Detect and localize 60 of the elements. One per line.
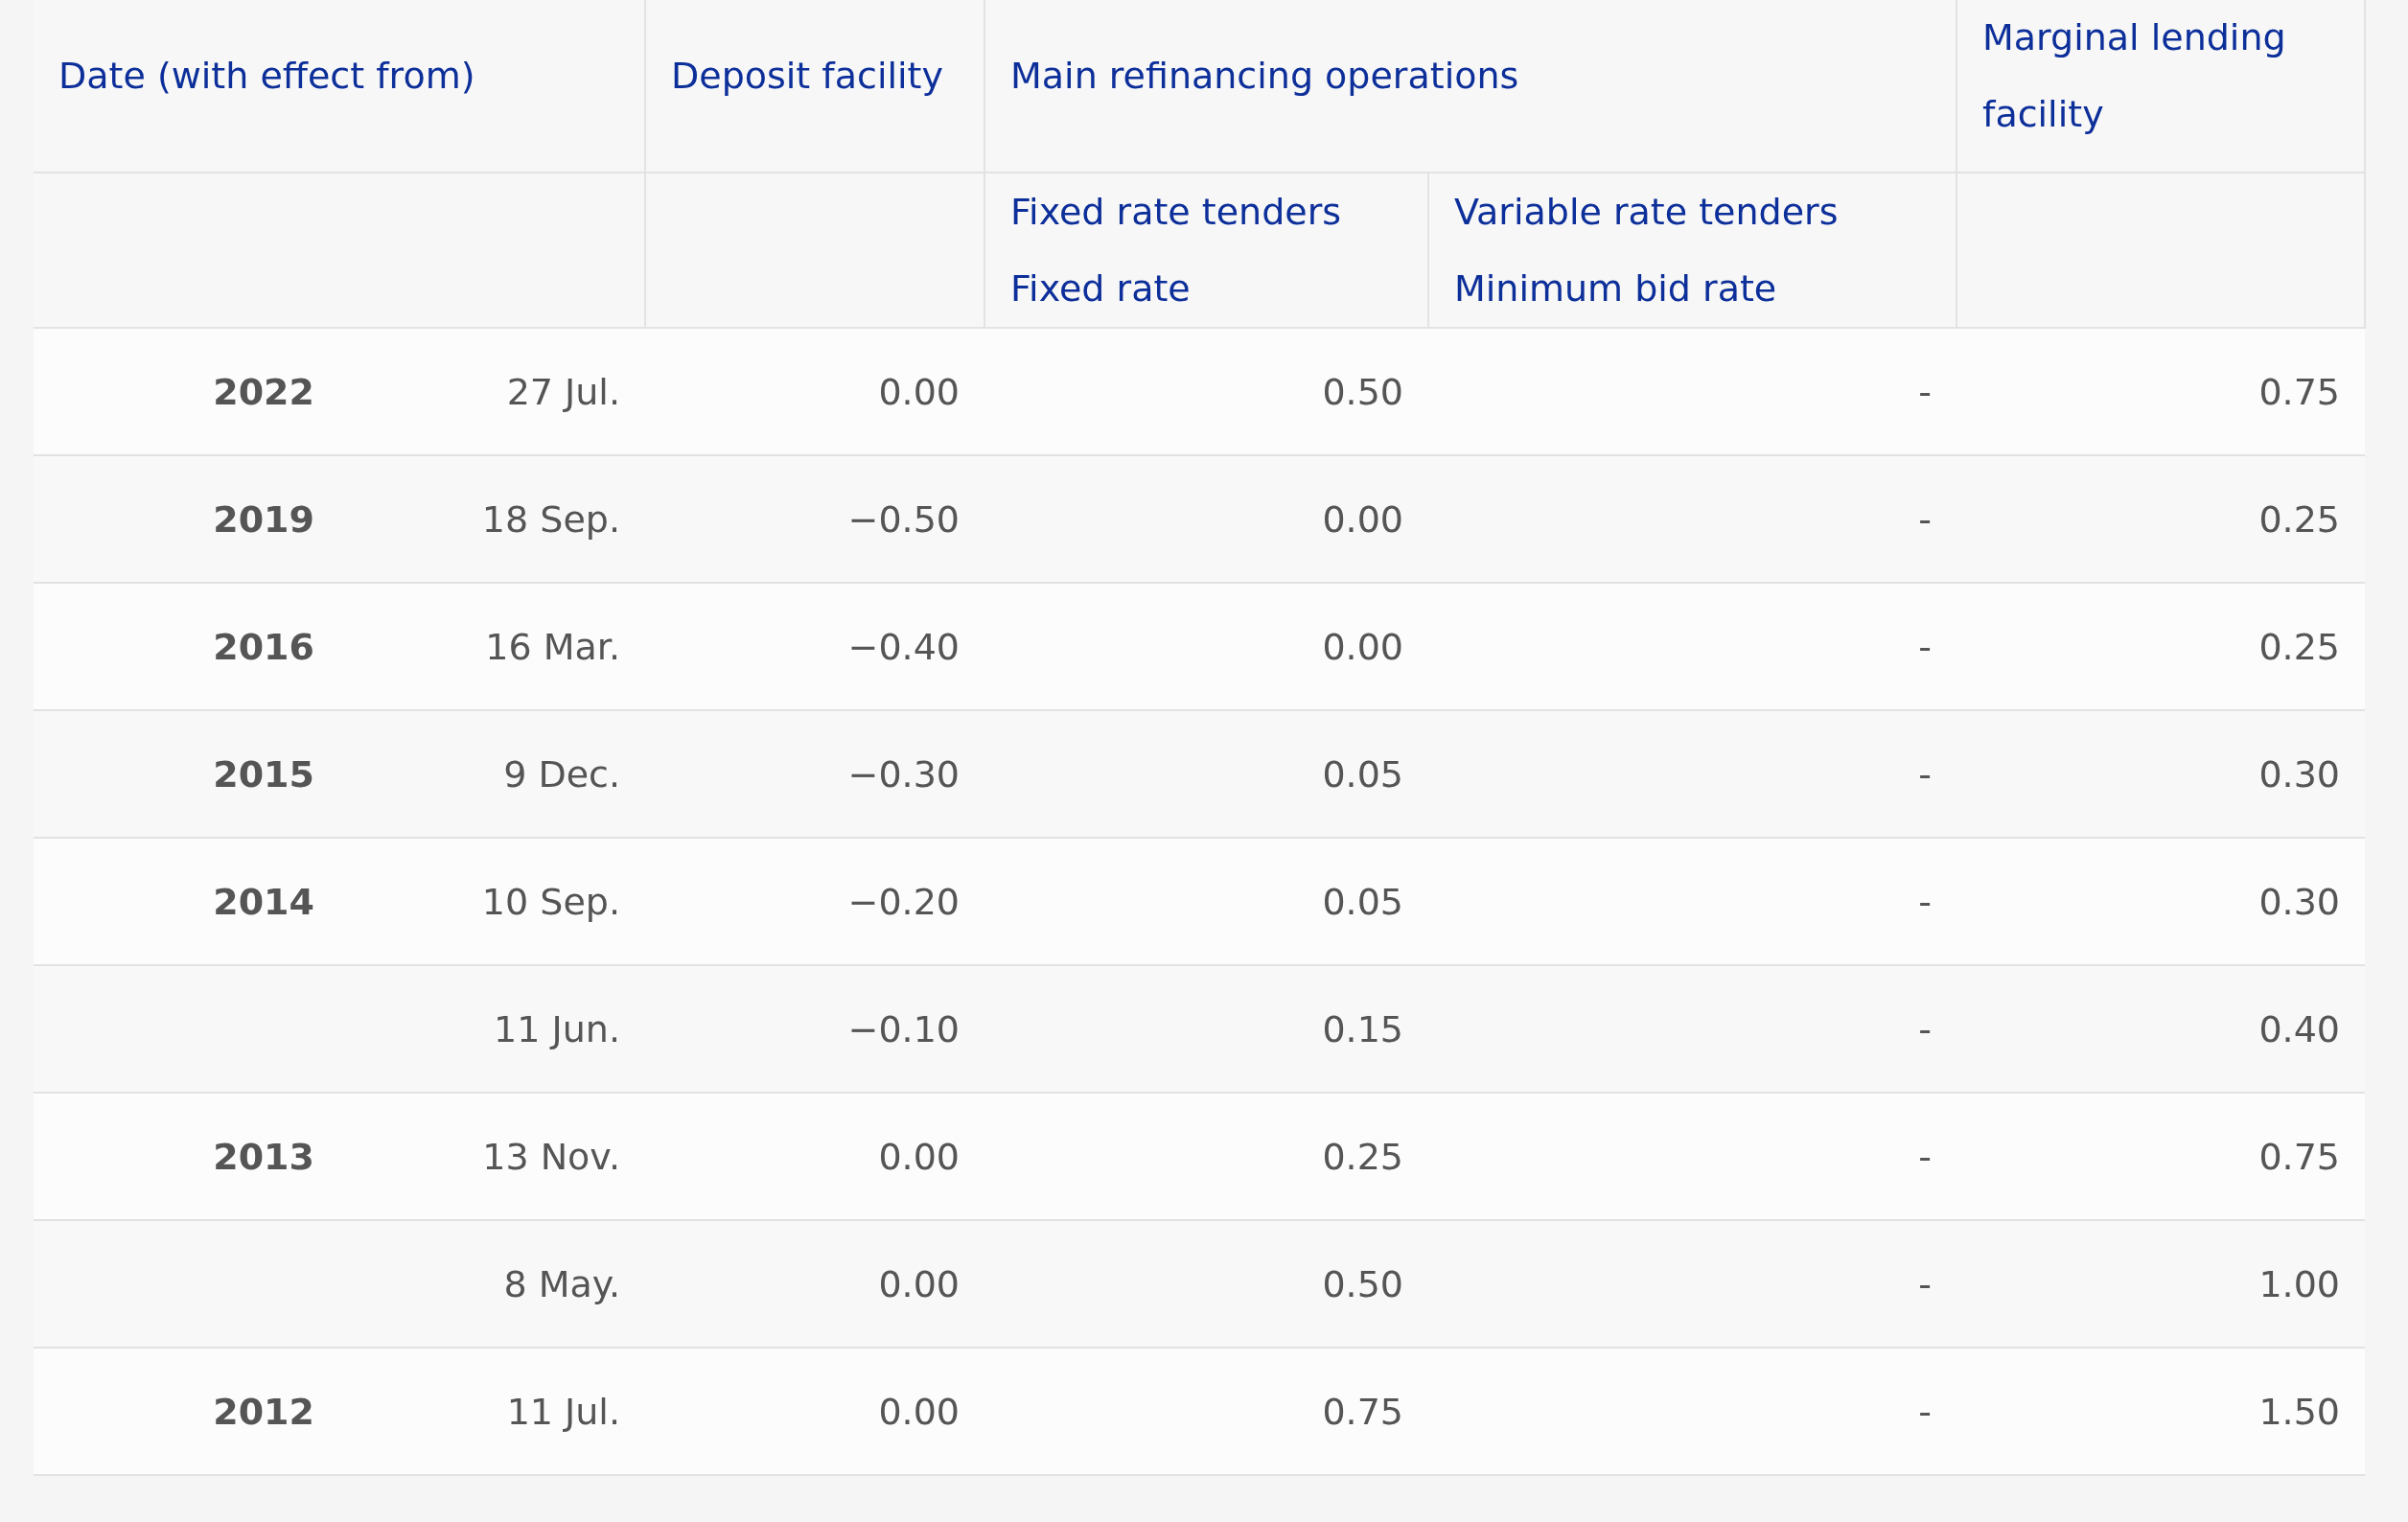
table-cell: 1.50 (1956, 1348, 2365, 1475)
table-cell: 0.00 (645, 328, 984, 455)
table-cell: 18 Sep. (383, 455, 645, 583)
table-cell: 0.00 (984, 583, 1428, 710)
table-cell: 0.40 (1956, 965, 2365, 1093)
table-cell: 11 Jul. (383, 1348, 645, 1475)
table-cell: - (1428, 838, 1956, 965)
table-cell: - (1428, 328, 1956, 455)
table-cell: - (1428, 1220, 1956, 1348)
column-header: Main refinancing operations (984, 0, 1956, 173)
table-cell: −0.20 (645, 838, 984, 965)
table-cell: 16 Mar. (383, 583, 645, 710)
table-cell: 0.50 (984, 1220, 1428, 1348)
column-header: Date (with effect from) (34, 0, 645, 173)
year-cell: 2019 (34, 455, 383, 583)
column-header: Fixed rate (1010, 266, 1192, 311)
table-cell: - (1428, 1348, 1956, 1475)
table-cell: - (1428, 965, 1956, 1093)
table-cell: 13 Nov. (383, 1093, 645, 1220)
table-cell: - (1428, 1093, 1956, 1220)
table-cell: −0.40 (645, 583, 984, 710)
table-cell: 1.00 (1956, 1220, 2365, 1348)
table-cell: - (1428, 710, 1956, 838)
table-cell: 0.75 (1956, 1093, 2365, 1220)
column-header: Variable rate tenders (1454, 190, 1840, 235)
year-cell: 2016 (34, 583, 383, 710)
table-cell: 0.30 (1956, 838, 2365, 965)
table-cell: - (1428, 583, 1956, 710)
table-cell: 0.00 (645, 1220, 984, 1348)
table-cell: 0.30 (1956, 710, 2365, 838)
column-header: Marginal lending facility (1956, 0, 2365, 173)
table-cell: 0.05 (984, 838, 1428, 965)
table-cell: −0.50 (645, 455, 984, 583)
table-cell: 0.00 (645, 1093, 984, 1220)
table-cell: 0.00 (645, 1348, 984, 1475)
column-header: Fixed rate tenders (1010, 190, 1343, 235)
table-cell: 0.05 (984, 710, 1428, 838)
table-cell: 0.50 (984, 328, 1428, 455)
column-header: Minimum bid rate (1454, 266, 1778, 311)
year-cell: 2014 (34, 838, 383, 965)
table-cell: 11 Jun. (383, 965, 645, 1093)
table-cell: 0.00 (984, 455, 1428, 583)
year-cell: 2013 (34, 1093, 383, 1220)
table-cell: 9 Dec. (383, 710, 645, 838)
table-cell: - (1428, 455, 1956, 583)
table-cell: 0.25 (984, 1093, 1428, 1220)
table-cell: 0.25 (1956, 455, 2365, 583)
table-cell: 8 May. (383, 1220, 645, 1348)
table-cell: 27 Jul. (383, 328, 645, 455)
table-cell: −0.10 (645, 965, 984, 1093)
year-cell: 2012 (34, 1348, 383, 1475)
year-cell: 2015 (34, 710, 383, 838)
table-cell: 0.15 (984, 965, 1428, 1093)
year-cell: 2022 (34, 328, 383, 455)
table-cell: 0.25 (1956, 583, 2365, 710)
table-cell: −0.30 (645, 710, 984, 838)
table-cell: 0.75 (984, 1348, 1428, 1475)
column-header: Deposit facility (645, 0, 984, 173)
table-cell: 0.75 (1956, 328, 2365, 455)
table-cell: 10 Sep. (383, 838, 645, 965)
